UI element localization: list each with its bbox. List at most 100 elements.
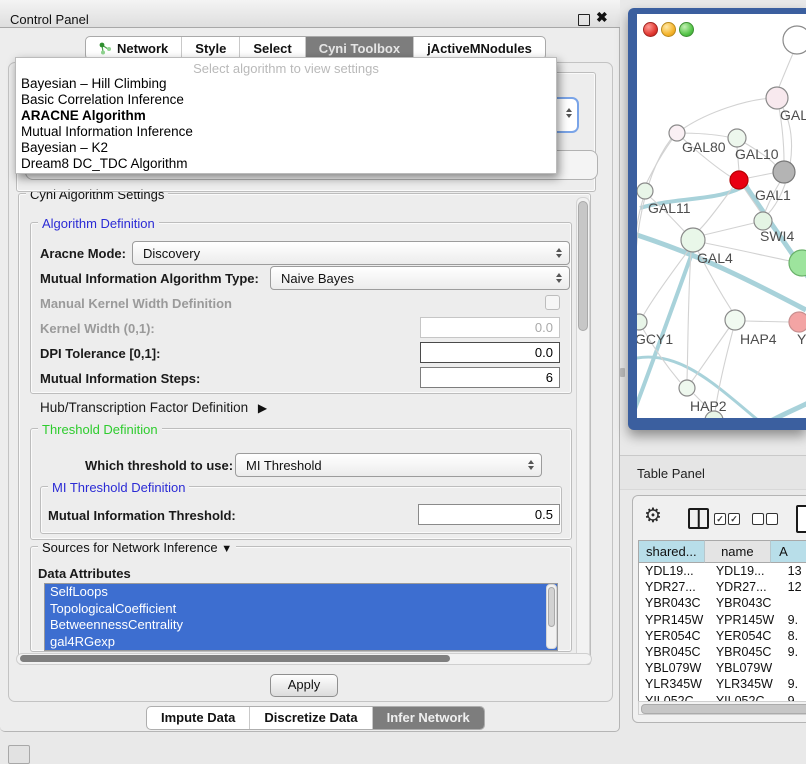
sources-toggle[interactable]: Sources for Network Inference ▼ bbox=[38, 540, 236, 555]
list-item[interactable]: SelfLoops bbox=[45, 584, 557, 601]
which-threshold-combobox[interactable]: MI Threshold bbox=[235, 453, 542, 477]
column-header-name[interactable]: name bbox=[705, 540, 771, 563]
screen: Control Panel ✖ Network Style Select Cyn… bbox=[0, 0, 806, 762]
apply-button[interactable]: Apply bbox=[270, 674, 338, 697]
attributes-scrollbar[interactable] bbox=[546, 584, 557, 649]
tab-style[interactable]: Style bbox=[182, 37, 240, 59]
node-gcy1[interactable] bbox=[637, 314, 647, 330]
data-attributes-list: SelfLoops TopologicalCoefficient Between… bbox=[44, 583, 558, 651]
table-horizontal-scrollbar[interactable] bbox=[638, 701, 806, 715]
tab-discretize-data[interactable]: Discretize Data bbox=[250, 707, 372, 729]
column-header-partial[interactable]: A bbox=[771, 540, 806, 563]
dropdown-item[interactable]: Basic Correlation Inference bbox=[16, 92, 556, 108]
mi-threshold-label: Mutual Information Threshold: bbox=[48, 508, 236, 523]
control-panel-title: Control Panel bbox=[10, 12, 89, 27]
dropdown-item[interactable]: Mutual Information Inference bbox=[16, 124, 556, 140]
split-columns-icon[interactable] bbox=[688, 508, 709, 529]
kernel-width-field[interactable]: 0.0 bbox=[420, 317, 560, 338]
close-icon[interactable]: ✖ bbox=[596, 9, 608, 26]
node-gal4[interactable] bbox=[681, 228, 705, 252]
svg-text:GCY1: GCY1 bbox=[637, 331, 673, 347]
settings-horizontal-scrollbar[interactable] bbox=[16, 653, 592, 665]
network-tab-icon bbox=[99, 42, 112, 55]
table-row[interactable]: YPR145W YPR145W 9. bbox=[639, 612, 806, 628]
mi-algorithm-type-combobox[interactable]: Naive Bayes bbox=[270, 266, 570, 290]
list-item[interactable]: TopologicalCoefficient bbox=[45, 601, 557, 618]
node-hap4[interactable] bbox=[725, 310, 745, 330]
table-row[interactable]: YLR345W YLR345W 9. bbox=[639, 676, 806, 692]
table-row[interactable]: YBL079W YBL079W bbox=[639, 660, 806, 676]
dpi-tolerance-field[interactable]: 0.0 bbox=[420, 342, 560, 363]
node[interactable] bbox=[766, 87, 788, 109]
float-window-icon[interactable] bbox=[578, 14, 590, 26]
network-graph[interactable]: GAL GAL80 GAL10 GAL1 GAL11 SWI4 GAL4 GCY… bbox=[637, 14, 806, 418]
mi-threshold-field[interactable]: 0.5 bbox=[418, 504, 560, 525]
node-gal1[interactable] bbox=[730, 171, 748, 189]
table-row[interactable]: YER054C YER054C 8. bbox=[639, 628, 806, 644]
bottom-tabbar: Impute Data Discretize Data Infer Networ… bbox=[146, 706, 485, 730]
dropdown-item[interactable]: Dream8 DC_TDC Algorithm bbox=[16, 156, 556, 172]
list-item[interactable]: BetweennessCentrality bbox=[45, 617, 557, 634]
dpi-tolerance-label: DPI Tolerance [0,1]: bbox=[40, 346, 160, 361]
node-gal11[interactable] bbox=[637, 183, 653, 199]
attributes-scrollbar-thumb[interactable] bbox=[548, 587, 555, 627]
node[interactable] bbox=[773, 161, 795, 183]
settings-horizontal-scrollbar-thumb[interactable] bbox=[20, 655, 450, 662]
table-row[interactable]: YBR045C YBR045C 9. bbox=[639, 644, 806, 660]
svg-text:GAL4: GAL4 bbox=[697, 250, 733, 266]
node-hap2[interactable] bbox=[679, 380, 695, 396]
table-row[interactable]: YDR27... YDR27... 12 bbox=[639, 579, 806, 595]
node-gal10[interactable] bbox=[728, 129, 746, 147]
list-item[interactable]: gal4RGexp bbox=[45, 634, 557, 651]
mi-steps-field[interactable]: 6 bbox=[420, 367, 560, 388]
aracne-mode-value: Discovery bbox=[143, 246, 200, 261]
gear-icon[interactable]: ⚙ bbox=[644, 506, 662, 526]
collapsed-panel-button[interactable] bbox=[8, 745, 30, 764]
deselect-all-checkbox-icon[interactable] bbox=[766, 513, 778, 525]
tab-infer-network[interactable]: Infer Network bbox=[373, 707, 484, 729]
settings-vertical-scrollbar-thumb[interactable] bbox=[578, 201, 588, 331]
table-body: YDL19... YDL19... 13 YDR27... YDR27... 1… bbox=[639, 563, 806, 709]
dropdown-item[interactable]: Bayesian – K2 bbox=[16, 140, 556, 156]
select-all-checkbox-icon[interactable]: ✓ bbox=[714, 513, 726, 525]
tab-impute-data[interactable]: Impute Data bbox=[147, 707, 250, 729]
algorithm-dropdown-placeholder: Select algorithm to view settings bbox=[16, 58, 556, 76]
hub-definition-label: Hub/Transcription Factor Definition bbox=[40, 400, 248, 415]
column-header-shared-name[interactable]: shared... bbox=[639, 540, 705, 563]
select-all-checkbox-icon[interactable]: ✓ bbox=[728, 513, 740, 525]
settings-vertical-scrollbar[interactable] bbox=[576, 197, 590, 660]
data-attributes-label: Data Attributes bbox=[38, 566, 131, 581]
tab-network[interactable]: Network bbox=[86, 37, 182, 59]
deselect-all-checkbox-icon[interactable] bbox=[752, 513, 764, 525]
table-row[interactable]: YDL19... YDL19... 13 bbox=[639, 563, 806, 579]
which-threshold-label: Which threshold to use: bbox=[85, 458, 233, 473]
expand-down-icon: ▼ bbox=[221, 543, 232, 555]
svg-text:HAP2: HAP2 bbox=[690, 398, 727, 414]
svg-text:SWI4: SWI4 bbox=[760, 228, 794, 244]
tab-select[interactable]: Select bbox=[240, 37, 305, 59]
dropdown-item-selected[interactable]: ARACNE Algorithm bbox=[16, 108, 556, 124]
network-canvas[interactable]: GAL GAL80 GAL10 GAL1 GAL11 SWI4 GAL4 GCY… bbox=[637, 14, 806, 418]
table-row[interactable]: YBR043C YBR043C bbox=[639, 595, 806, 611]
hub-definition-toggle[interactable]: Hub/Transcription Factor Definition ▶ bbox=[40, 400, 267, 415]
tab-jactivemnodules[interactable]: jActiveMNodules bbox=[414, 37, 545, 59]
dropdown-item[interactable]: Bayesian – Hill Climbing bbox=[16, 76, 556, 92]
algorithm-definition-title: Algorithm Definition bbox=[38, 216, 159, 231]
svg-text:GAL: GAL bbox=[780, 107, 806, 123]
table-horizontal-scrollbar-thumb[interactable] bbox=[641, 704, 806, 714]
which-threshold-value: MI Threshold bbox=[246, 458, 322, 473]
manual-kernel-width-checkbox[interactable] bbox=[545, 295, 560, 310]
threshold-definition-title: Threshold Definition bbox=[38, 422, 162, 437]
mi-algorithm-type-value: Naive Bayes bbox=[281, 271, 354, 286]
node[interactable] bbox=[783, 26, 806, 54]
svg-text:GAL1: GAL1 bbox=[755, 187, 791, 203]
new-table-icon[interactable] bbox=[796, 505, 806, 533]
svg-text:Y: Y bbox=[797, 331, 806, 347]
table-panel-title: Table Panel bbox=[637, 466, 705, 481]
aracne-mode-combobox[interactable]: Discovery bbox=[132, 241, 570, 265]
panel-splitter[interactable] bbox=[620, 368, 625, 377]
kernel-width-label: Kernel Width (0,1): bbox=[40, 321, 155, 336]
teal-edges bbox=[637, 184, 806, 418]
node[interactable] bbox=[789, 312, 806, 332]
tab-cyni-toolbox[interactable]: Cyni Toolbox bbox=[306, 37, 414, 59]
